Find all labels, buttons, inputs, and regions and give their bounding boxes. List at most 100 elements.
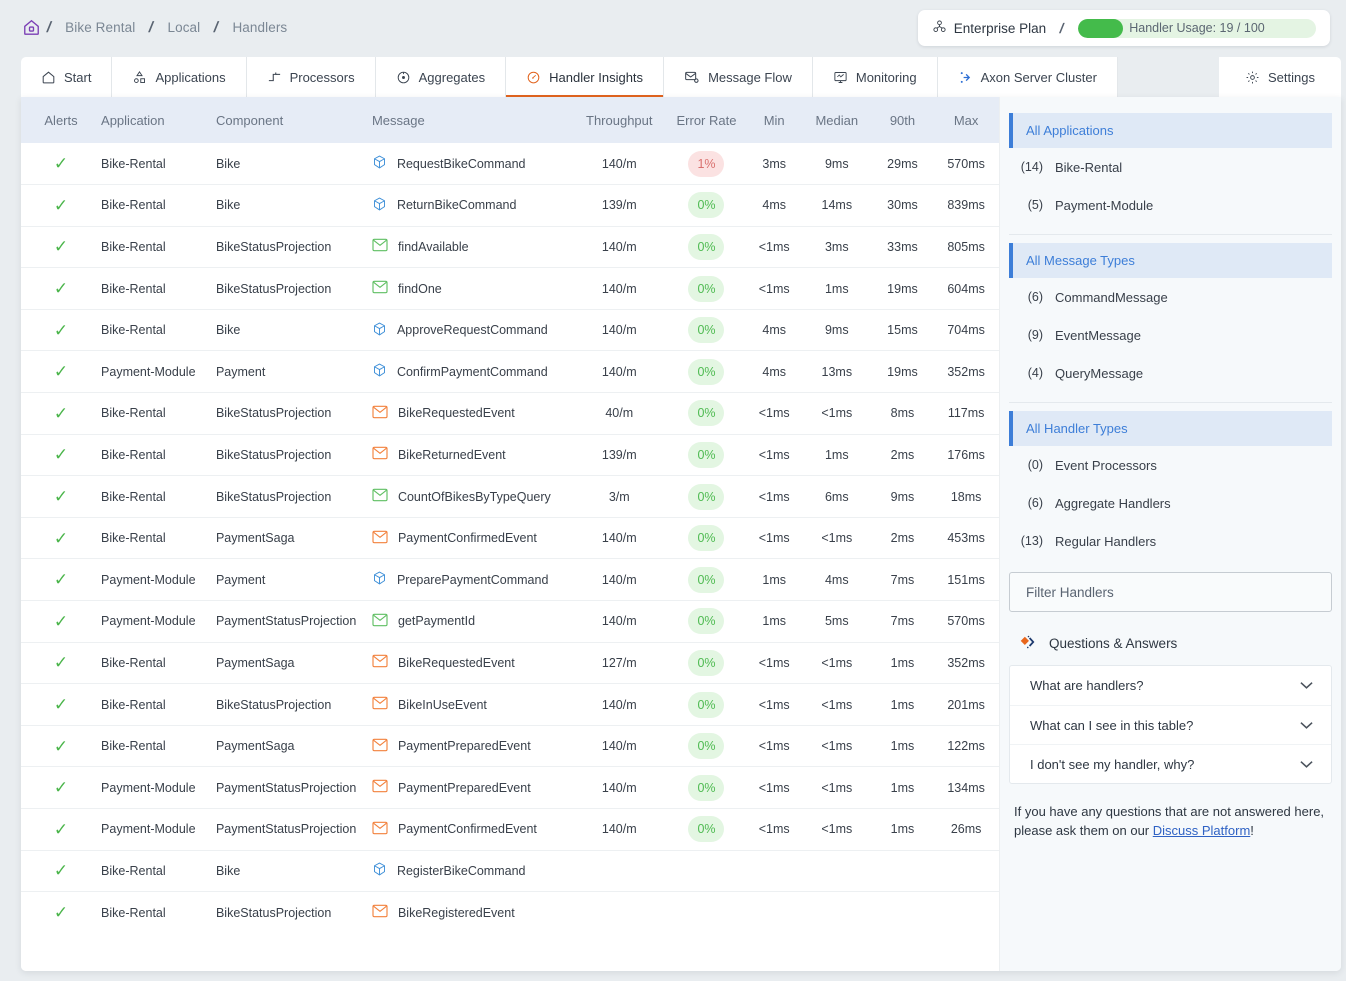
table-row[interactable]: ✓ Bike-Rental BikeStatusProjection BikeInUs… [21,683,999,726]
column-header-throughput[interactable]: Throughput [572,97,667,143]
chevron-down-icon[interactable] [1300,678,1313,693]
table-row[interactable]: ✓ Payment-Module Payment ConfirmPaymentComm… [21,350,999,394]
table-row[interactable]: ✓ Bike-Rental BikeStatusProjection BikeRequ… [21,392,999,435]
cell-min: <1ms [746,517,802,560]
cell-90th: 1ms [871,808,934,851]
sidebar-section-header[interactable]: All Message Types [1009,243,1332,278]
sidebar-filter-item[interactable]: (0) Event Processors [1009,446,1332,484]
tab-handler-insights[interactable]: Handler Insights [506,57,665,97]
check-icon: ✓ [53,320,69,340]
sidebar-filter-item[interactable]: (6) Aggregate Handlers [1009,484,1332,522]
cell-min: 1ms [746,600,802,643]
cell-alert: ✓ [21,184,102,227]
table-row[interactable]: ✓ Bike-Rental Bike ReturnBikeCommand 139/m 0%… [21,184,999,227]
cell-throughput: 140/m [572,600,667,643]
sidebar-item-label: CommandMessage [1055,289,1168,305]
cell-alert: ✓ [21,683,102,726]
table-row[interactable]: ✓ Payment-Module PaymentStatusProjection Pa… [21,766,999,809]
tab-aggregates[interactable]: Aggregates [375,57,507,97]
cell-median: 4ms [801,558,872,602]
cell-max: 151ms [933,558,999,602]
cell-component: BikeStatusProjection [215,475,372,518]
table-row[interactable]: ✓ Payment-Module Payment PreparePaymentComm… [21,558,999,602]
cell-component: PaymentStatusProjection [215,808,372,851]
column-header-median[interactable]: Median [801,97,872,143]
cell-message: BikeRequestedEvent [371,642,573,685]
message-name: CountOfBikesByTypeQuery [397,489,551,504]
column-header-component[interactable]: Component [215,97,372,143]
cell-error-rate: 0% [666,309,747,352]
error-rate-badge: 1% [688,150,725,177]
sidebar-item-label: Aggregate Handlers [1055,495,1171,511]
cell-throughput: 140/m [572,350,667,394]
qa-question-row[interactable]: What can I see in this table? [1010,705,1331,744]
cell-median: 9ms [801,309,872,352]
table-row[interactable]: ✓ Bike-Rental Bike ApproveRequestCommand 140… [21,309,999,352]
cell-throughput: 140/m [572,558,667,602]
chevron-down-icon[interactable] [1300,718,1313,733]
cell-component: PaymentStatusProjection [215,766,372,809]
tab-applications[interactable]: Applications [112,57,247,97]
cell-error-rate: 1% [666,143,747,186]
table-row[interactable]: ✓ Bike-Rental BikeStatusProjection findAvai… [21,226,999,269]
tab-message-flow[interactable]: Message Flow [664,57,813,97]
table-row[interactable]: ✓ Payment-Module PaymentStatusProjection Pa… [21,808,999,851]
column-header-error-rate[interactable]: Error Rate [666,97,747,143]
sidebar-filter-item[interactable]: (4) QueryMessage [1009,354,1332,392]
check-icon: ✓ [53,154,69,174]
table-row[interactable]: ✓ Bike-Rental PaymentSaga PaymentPreparedEv… [21,725,999,768]
discuss-platform-link[interactable]: Discuss Platform [1153,823,1251,838]
column-header-90th[interactable]: 90th [871,97,934,143]
tab-settings[interactable]: Settings [1219,57,1341,97]
column-header-application[interactable]: Application [101,97,216,143]
error-rate-badge: 0% [688,441,725,468]
table-row[interactable]: ✓ Bike-Rental BikeStatusProjection findOne 1… [21,267,999,310]
cell-message: CountOfBikesByTypeQuery [371,475,573,518]
cell-throughput: 140/m [572,267,667,310]
chevron-down-icon[interactable] [1300,757,1313,772]
cell-component: Bike [215,143,372,186]
sidebar-filter-item[interactable]: (9) EventMessage [1009,316,1332,354]
cell-application: Payment-Module [101,766,216,809]
table-row[interactable]: ✓ Bike-Rental BikeStatusProjection BikeRetu… [21,434,999,477]
breadcrumb-item-1[interactable]: Local [153,20,214,35]
column-header-max[interactable]: Max [933,97,999,143]
breadcrumb-item-2[interactable]: Handlers [218,20,301,35]
table-row[interactable]: ✓ Bike-Rental BikeStatusProjection CountOfB… [21,475,999,518]
cell-alert: ✓ [21,392,102,435]
column-header-alerts[interactable]: Alerts [21,97,102,143]
table-row[interactable]: ✓ Bike-Rental BikeStatusProjection BikeRegi… [21,892,999,934]
table-row[interactable]: ✓ Bike-Rental Bike RequestBikeCommand 140/m 1… [21,143,999,186]
sidebar-section-header[interactable]: All Applications [1009,113,1332,148]
sidebar-filter-item[interactable]: (13) Regular Handlers [1009,522,1332,560]
tab-monitoring[interactable]: Monitoring [812,57,938,97]
table-row[interactable]: ✓ Bike-Rental PaymentSaga BikeRequestedEven… [21,642,999,685]
tab-label: Applications [155,69,226,85]
tab-label: Axon Server Cluster [980,69,1097,85]
tab-start[interactable]: Start [21,57,113,97]
filter-handlers-input[interactable]: Filter Handlers [1009,572,1332,612]
qa-question-row[interactable]: What are handlers? [1010,666,1331,705]
tab-processors[interactable]: Processors [246,57,376,97]
sidebar-item-count: (6) [1027,496,1043,510]
sidebar-filter-item[interactable]: (6) CommandMessage [1009,278,1332,316]
cell-error-rate: 0% [666,184,747,227]
check-icon: ✓ [53,528,69,548]
breadcrumb-item-0[interactable]: Bike Rental [51,20,149,35]
cell-max: 352ms [933,350,999,394]
sidebar-item-count: (0) [1027,458,1043,472]
table-row[interactable]: ✓ Bike-Rental Bike RegisterBikeCommand [21,850,999,893]
cell-component: Payment [215,558,372,602]
home-icon[interactable] [18,18,47,37]
table-row[interactable]: ✓ Payment-Module PaymentStatusProjection ge… [21,600,999,643]
table-row[interactable]: ✓ Bike-Rental PaymentSaga PaymentConfirmedE… [21,517,999,560]
sidebar-section-header[interactable]: All Handler Types [1009,411,1332,446]
sidebar-filter-item[interactable]: (5) Payment-Module [1009,186,1332,224]
sidebar-filter-item[interactable]: (14) Bike-Rental [1009,148,1332,186]
column-header-min[interactable]: Min [746,97,802,143]
cell-alert: ✓ [21,309,102,352]
qa-question-row[interactable]: I don't see my handler, why? [1010,744,1331,783]
column-header-message[interactable]: Message [371,97,573,143]
tab-axon-server-cluster[interactable]: Axon Server Cluster [937,57,1118,97]
cell-component: BikeStatusProjection [215,905,332,920]
